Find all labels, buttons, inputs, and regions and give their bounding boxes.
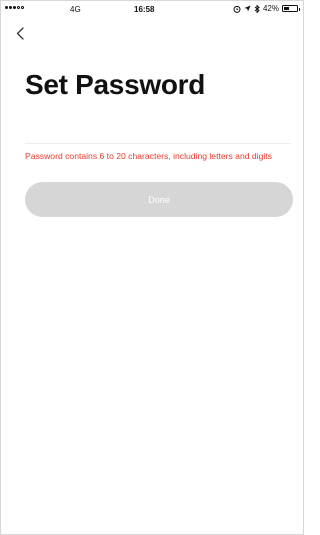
password-input[interactable] (25, 123, 291, 144)
network-type: 4G (70, 5, 81, 14)
signal-strength-icon (5, 6, 24, 9)
battery-level-fill (284, 7, 290, 10)
status-right-group: 42% (233, 4, 300, 13)
location-arrow-icon (244, 5, 251, 12)
bluetooth-icon (254, 4, 260, 13)
chevron-left-icon (16, 27, 24, 40)
password-hint: Password contains 6 to 20 characters, in… (25, 151, 272, 161)
back-button[interactable] (13, 23, 33, 45)
battery-icon (282, 5, 300, 12)
battery-percent: 42% (262, 4, 279, 13)
alarm-icon (233, 5, 241, 13)
status-bar: 4G 16:58 42% (1, 1, 303, 19)
phone-screen: 4G 16:58 42% Set Password Password conta… (0, 0, 304, 535)
status-time: 16:58 (134, 5, 155, 14)
page-title: Set Password (25, 69, 206, 100)
done-button[interactable]: Done (25, 182, 293, 217)
